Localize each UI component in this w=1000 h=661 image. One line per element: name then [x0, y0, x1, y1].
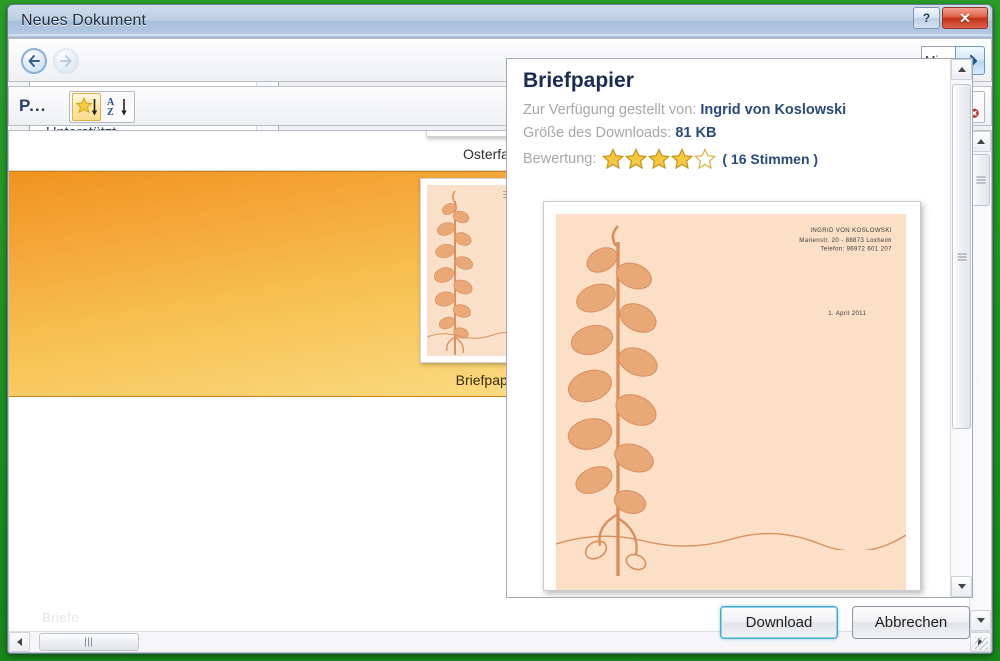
sort-label: P... — [19, 96, 47, 115]
rating-stars[interactable] — [602, 148, 717, 169]
author-value: Ingrid von Koslowski — [700, 102, 847, 118]
dialog-button-row: Download Abbrechen — [720, 606, 970, 639]
preview-address-line: Telefon: 96972 601 207 — [820, 244, 892, 253]
download-button[interactable]: Download — [720, 606, 838, 639]
template-preview: INGRID VON KOSLOWSKI Marienstr. 20 - 8887… — [543, 201, 921, 591]
download-size-row: Größe des Downloads: 81 KB — [523, 125, 716, 141]
author-label: Zur Verfügung gestellt von: — [523, 102, 697, 118]
scroll-up-button[interactable] — [951, 59, 972, 80]
star-filled-icon — [648, 148, 671, 169]
sort-button-group: A Z — [69, 91, 135, 123]
preview-address-block: INGRID VON KOSLOWSKI Marienstr. 20 - 8887… — [799, 226, 892, 254]
scroll-down-button[interactable] — [951, 576, 972, 597]
scroll-left-button[interactable] — [9, 632, 30, 652]
new-document-dialog: Neues Dokument ? ✕ BenutzerdefiniertODF-… — [7, 4, 993, 654]
window-controls: ? ✕ — [913, 7, 988, 29]
details-scroll-viewport: Briefpapier Zur Verfügung gestellt von: … — [507, 59, 950, 597]
dialog-client-area: BenutzerdefiniertODF-compatible Template… — [8, 38, 992, 653]
scrollbar-thumb[interactable] — [971, 154, 990, 206]
scrollbar-thumb[interactable] — [952, 84, 971, 429]
sort-alphabetical-button[interactable]: A Z — [103, 93, 132, 121]
star-filled-icon — [671, 148, 694, 169]
rating-row: Bewertung: ( 16 Stimmen ) — [523, 148, 818, 169]
svg-text:Z: Z — [107, 107, 114, 118]
sort-by-rating-button[interactable] — [72, 93, 101, 121]
window-title: Neues Dokument — [21, 12, 147, 29]
desktop-background: Neues Dokument ? ✕ BenutzerdefiniertODF-… — [0, 0, 1000, 661]
rating-label: Bewertung: — [523, 150, 597, 167]
template-details-panel: Briefpapier Zur Verfügung gestellt von: … — [506, 58, 973, 598]
scrollbar-grip-icon — [957, 253, 966, 260]
star-empty-icon — [694, 148, 717, 169]
window-titlebar: Neues Dokument ? ✕ — [8, 5, 992, 38]
scrollbar-thumb[interactable] — [39, 633, 139, 651]
scroll-down-button[interactable] — [970, 610, 991, 631]
details-vertical-scrollbar[interactable] — [950, 59, 972, 597]
close-button[interactable]: ✕ — [942, 7, 988, 29]
wave-line-icon — [556, 532, 906, 550]
arrow-right-icon — [60, 55, 72, 67]
scrollbar-grip-icon — [85, 637, 93, 647]
preview-date: 1. April 2011 — [827, 309, 866, 317]
page-title: Briefpapier — [523, 69, 634, 92]
size-value: 81 KB — [675, 125, 717, 141]
star-filled-icon — [602, 148, 625, 169]
preview-address-line: Marienstr. 20 - 88873 Loxheim — [799, 235, 892, 243]
scroll-up-button[interactable] — [970, 131, 991, 152]
star-filled-icon — [625, 148, 648, 169]
size-label: Größe des Downloads: — [523, 125, 672, 141]
sort-by-rating-icon — [74, 97, 97, 116]
cancel-button[interactable]: Abbrechen — [852, 606, 970, 639]
sort-alphabetical-icon: A Z — [107, 97, 127, 118]
author-row: Zur Verfügung gestellt von: Ingrid von K… — [523, 102, 846, 118]
template-browser-panel: P... A Z — [8, 38, 992, 653]
forward-button[interactable] — [53, 48, 79, 74]
flower-ornament-icon — [567, 225, 658, 576]
back-button[interactable] — [21, 48, 47, 74]
preview-page: INGRID VON KOSLOWSKI Marienstr. 20 - 8887… — [556, 214, 906, 590]
help-button[interactable]: ? — [913, 7, 940, 29]
scrollbar-grip-icon — [976, 176, 985, 184]
preview-address-line: INGRID VON KOSLOWSKI — [810, 226, 892, 234]
arrow-left-icon — [28, 55, 40, 67]
resize-grip[interactable] — [975, 637, 988, 650]
votes-count: ( 16 Stimmen ) — [722, 150, 819, 167]
